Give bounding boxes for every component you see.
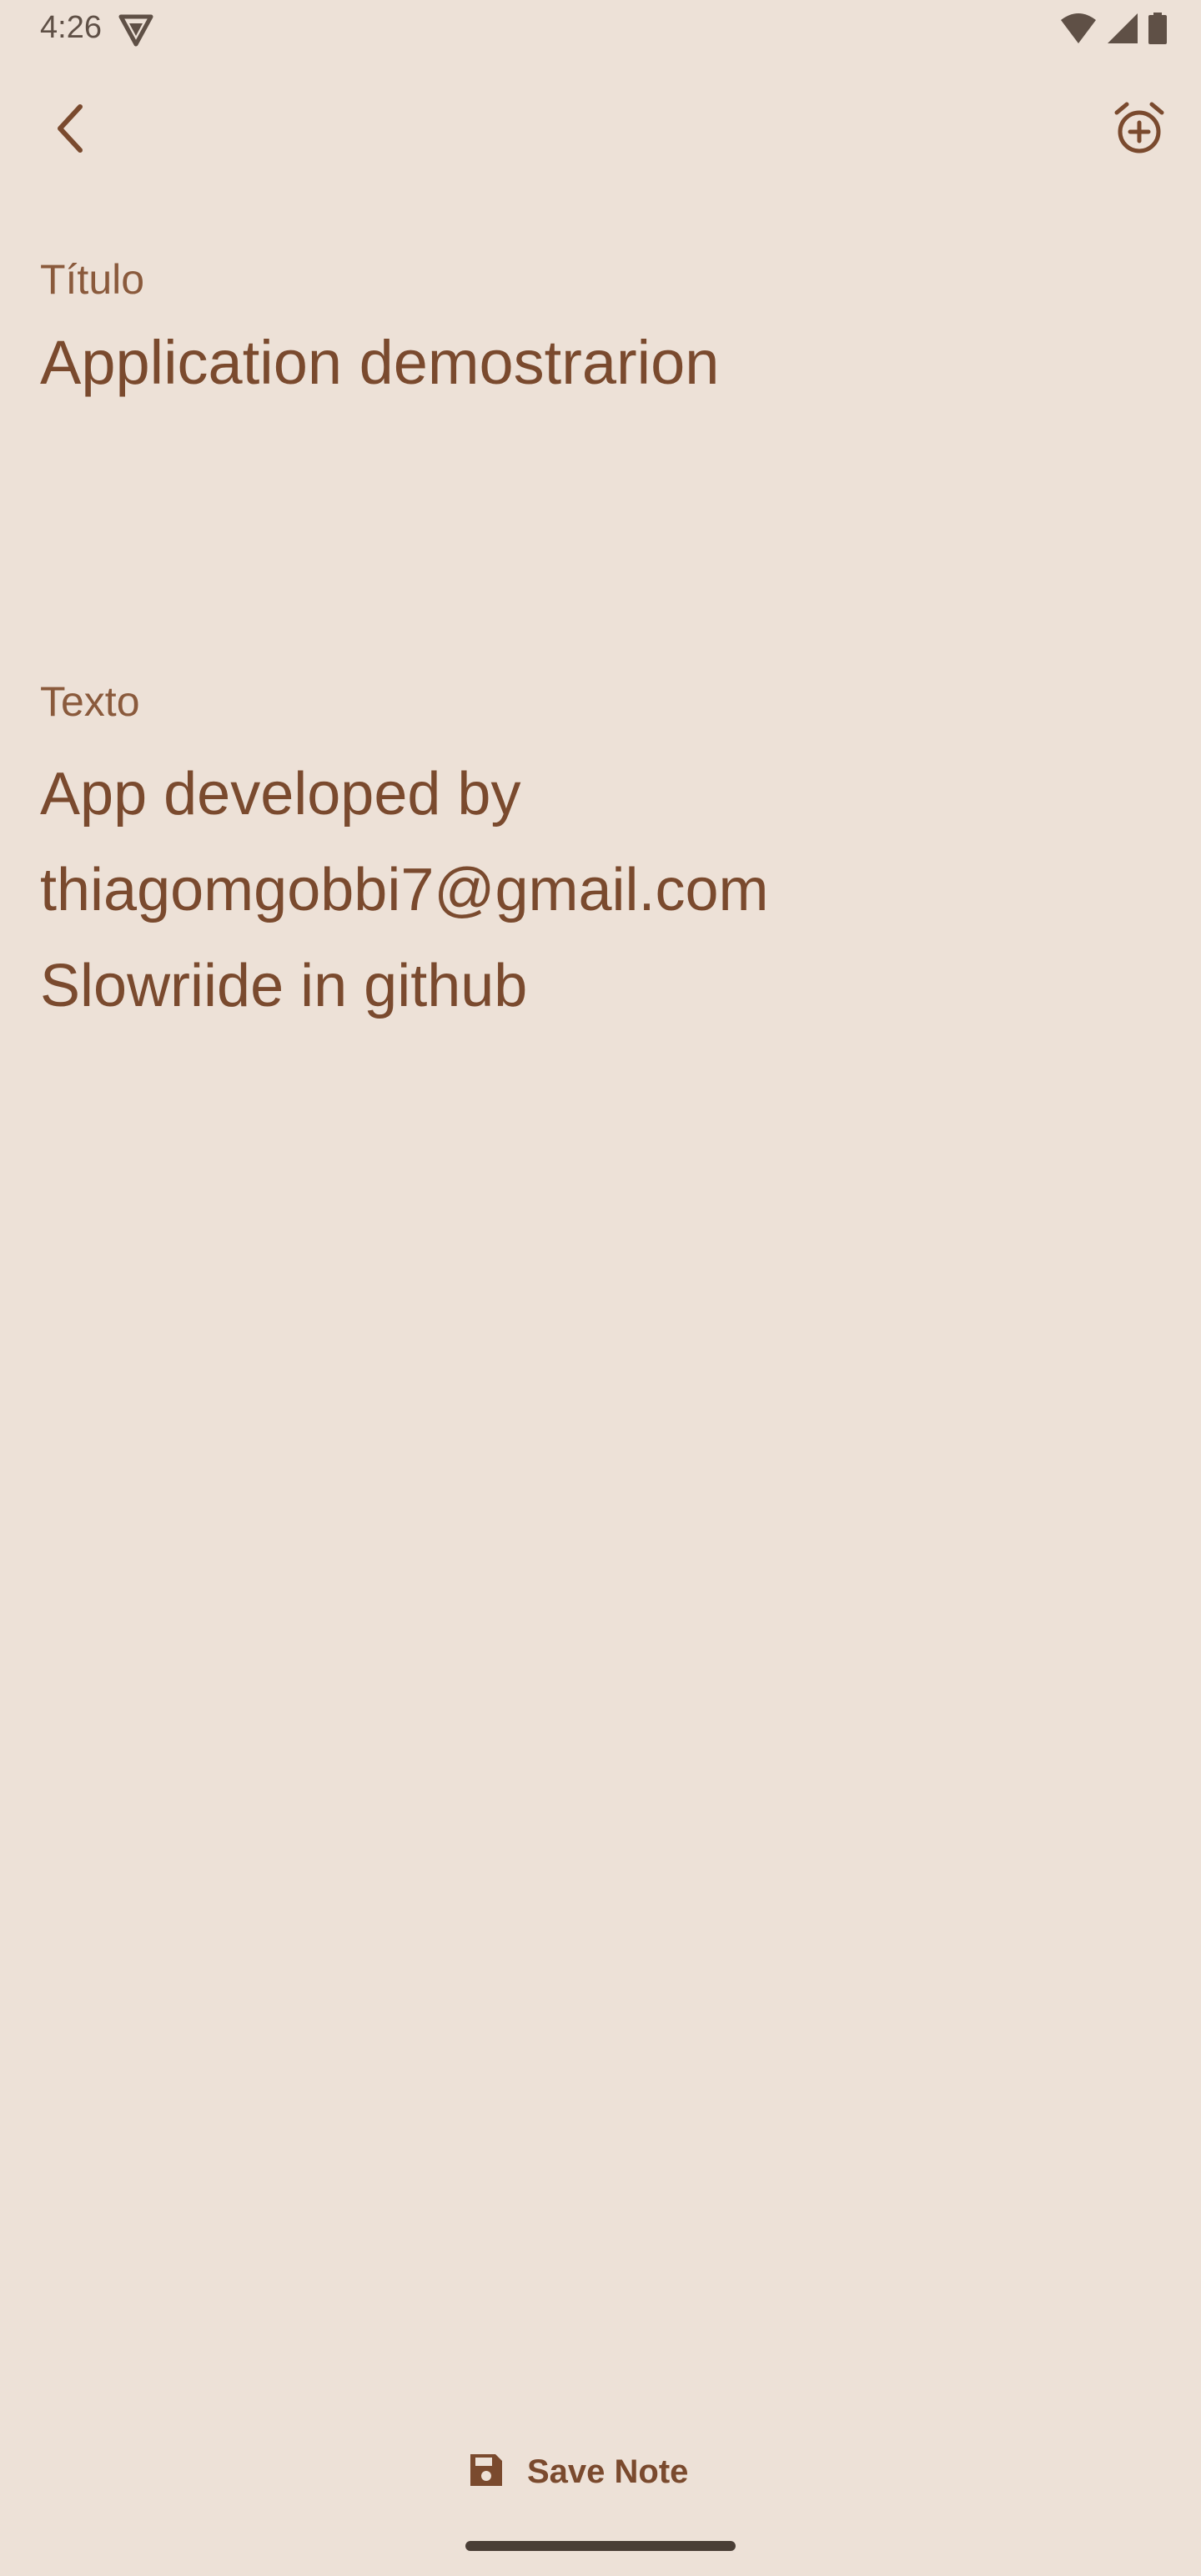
- status-time: 4:26: [40, 10, 102, 45]
- wifi-icon: [1059, 12, 1098, 49]
- gesture-navigation-bar[interactable]: [465, 2541, 736, 2551]
- vpn-shield-icon: [118, 13, 153, 47]
- alarm-add-icon: [1112, 101, 1167, 160]
- top-app-bar: [0, 83, 1201, 177]
- title-input[interactable]: Application demostrarion: [40, 325, 1158, 400]
- add-alarm-button[interactable]: [1103, 93, 1176, 167]
- save-floppy-icon: [467, 2451, 505, 2493]
- status-bar: 4:26: [0, 0, 1201, 58]
- text-line: thiagomgobbi7@gmail.com: [40, 857, 769, 923]
- back-button[interactable]: [37, 93, 103, 167]
- text-input[interactable]: App developed by thiagomgobbi7@gmail.com…: [40, 747, 1158, 1034]
- save-note-button[interactable]: Save Note: [467, 2443, 734, 2501]
- chevron-left-icon: [53, 103, 87, 158]
- status-right-icons: [1059, 12, 1168, 49]
- title-field-label: Título: [40, 256, 145, 303]
- cellular-signal-icon: [1106, 12, 1139, 49]
- text-line: App developed by: [40, 761, 521, 828]
- text-line: Slowriide in github: [40, 953, 528, 1019]
- battery-icon: [1148, 12, 1168, 49]
- save-note-label: Save Note: [527, 2453, 689, 2490]
- text-field-label: Texto: [40, 678, 140, 725]
